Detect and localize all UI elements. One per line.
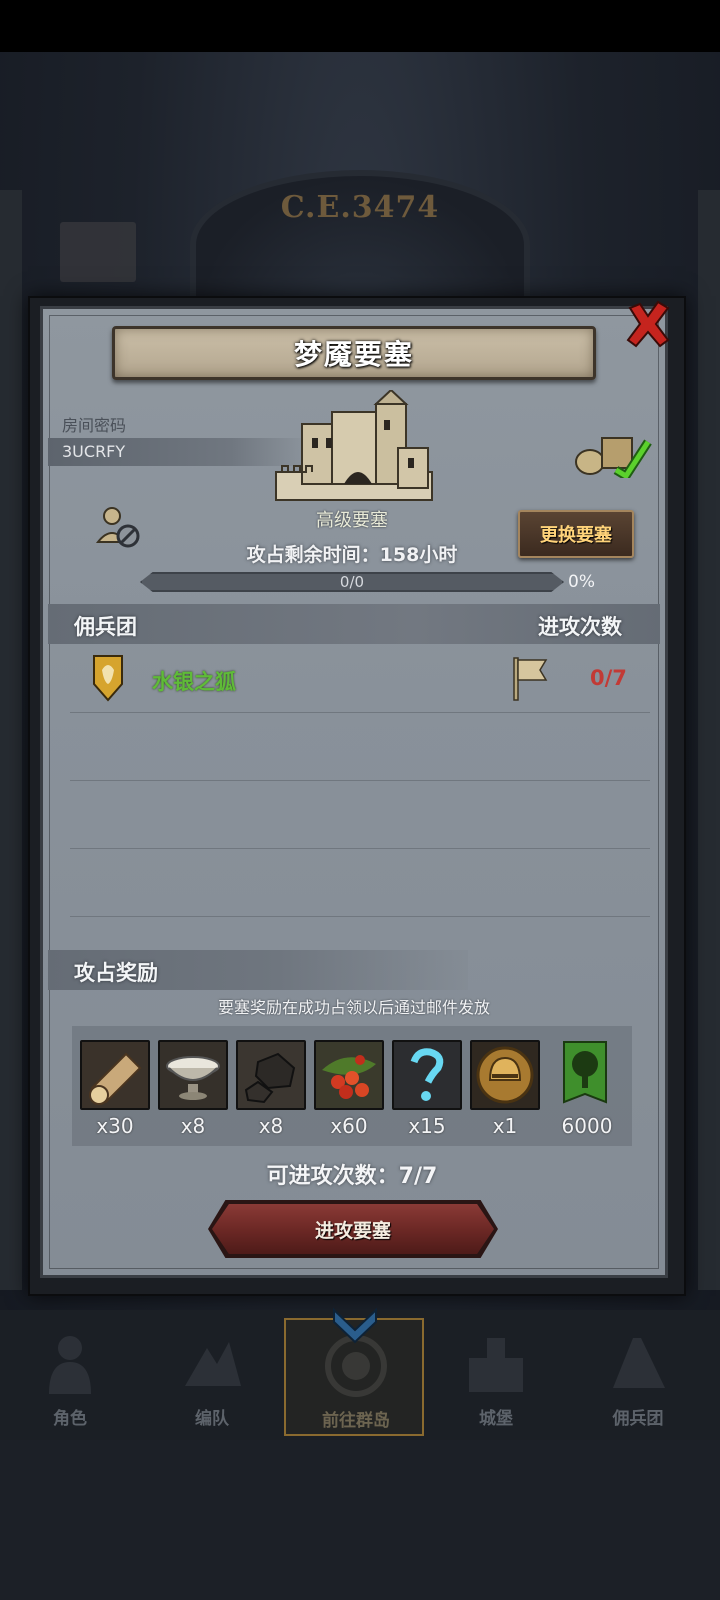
row-divider [70, 780, 650, 781]
row-divider [70, 712, 650, 713]
reward-qty: x1 [492, 1114, 518, 1138]
room-code[interactable]: 3UCRFY [62, 442, 125, 461]
nav-label: 城堡 [479, 1409, 513, 1429]
mercenary-icon [613, 1338, 665, 1388]
mystery-question-icon [394, 1042, 460, 1108]
reward-qty: 6000 [561, 1114, 613, 1138]
reward-qty: x8 [180, 1114, 206, 1138]
no-user-icon[interactable] [94, 502, 142, 550]
reward-qty: x15 [408, 1114, 446, 1138]
reward-item-ore[interactable]: x8 [236, 1040, 306, 1138]
occupation-time: 攻占剩余时间：158小时 [246, 544, 458, 566]
formation-icon [185, 1342, 241, 1386]
occupation-progress-percent: 0% [568, 572, 595, 592]
mercenary-attack-count: 0/7 [590, 666, 627, 690]
berries-icon [316, 1042, 382, 1108]
fortress-castle-icon [275, 390, 433, 501]
gold-helmet-icon [472, 1042, 538, 1108]
flag-icon [513, 657, 548, 701]
era-label: C.E.3474 [280, 190, 440, 225]
occupation-progress-label: 0/0 [339, 573, 365, 591]
close-button[interactable] [620, 296, 676, 352]
bottom-spacer [0, 1440, 720, 1600]
mercenary-header: 佣兵团 [74, 615, 137, 639]
reward-item-berries[interactable]: x60 [314, 1040, 384, 1138]
attack-count-header: 进攻次数 [538, 615, 622, 639]
reward-item-banner[interactable]: 6000 [552, 1040, 622, 1138]
nav-label: 前往群岛 [322, 1411, 390, 1431]
nav-label: 佣兵团 [612, 1409, 664, 1429]
wood-log-icon [82, 1042, 148, 1108]
dialog-title-plate: 梦魇要塞 [112, 326, 596, 380]
mercenary-crest-icon [93, 655, 123, 702]
reward-qty: x30 [96, 1114, 134, 1138]
reward-header: 攻占奖励 [74, 961, 158, 985]
status-bar [0, 0, 720, 52]
fortress-name: 高级要塞 [316, 510, 388, 531]
attack-fortress-label: 进攻要塞 [314, 1219, 391, 1242]
row-divider [70, 916, 650, 917]
attempts-remaining: 可进攻次数：7/7 [266, 1164, 438, 1189]
reward-note: 要塞奖励在成功占领以后通过邮件发放 [217, 998, 490, 1017]
close-icon [626, 300, 670, 348]
knight-icon [49, 1336, 91, 1394]
mercenary-name[interactable]: 水银之狐 [152, 666, 236, 696]
nav-label: 角色 [53, 1409, 87, 1429]
supply-ready-icon [575, 437, 652, 478]
reward-item-bowl[interactable]: x8 [158, 1040, 228, 1138]
reward-qty: x60 [330, 1114, 368, 1138]
reward-item-mystery[interactable]: x15 [392, 1040, 462, 1138]
attack-fortress-button[interactable]: 进攻要塞 [212, 1204, 494, 1254]
background-right-panel [698, 190, 720, 1290]
reward-item-wood[interactable]: x30 [80, 1040, 150, 1138]
reward-qty: x8 [258, 1114, 284, 1138]
castle-icon [469, 1338, 523, 1392]
silver-bowl-icon [160, 1042, 226, 1108]
reward-item-helmet[interactable]: x1 [470, 1040, 540, 1138]
nav-tab-formation[interactable]: 编队 [142, 1318, 282, 1436]
background-thumbnail [60, 222, 136, 282]
nav-tab-character[interactable]: 角色 [0, 1318, 140, 1436]
background-left-panel [0, 190, 22, 1290]
ore-rock-icon [238, 1042, 304, 1108]
nav-label: 编队 [195, 1409, 229, 1429]
dialog-title: 梦魇要塞 [293, 338, 414, 371]
room-password-label: 房间密码 [62, 416, 127, 435]
chevron-down-icon [333, 1307, 377, 1344]
nav-tab-castle[interactable]: 城堡 [426, 1318, 566, 1436]
row-divider [70, 848, 650, 849]
nav-tab-mercenary[interactable]: 佣兵团 [568, 1318, 708, 1436]
tree-banner-icon [563, 1041, 607, 1104]
